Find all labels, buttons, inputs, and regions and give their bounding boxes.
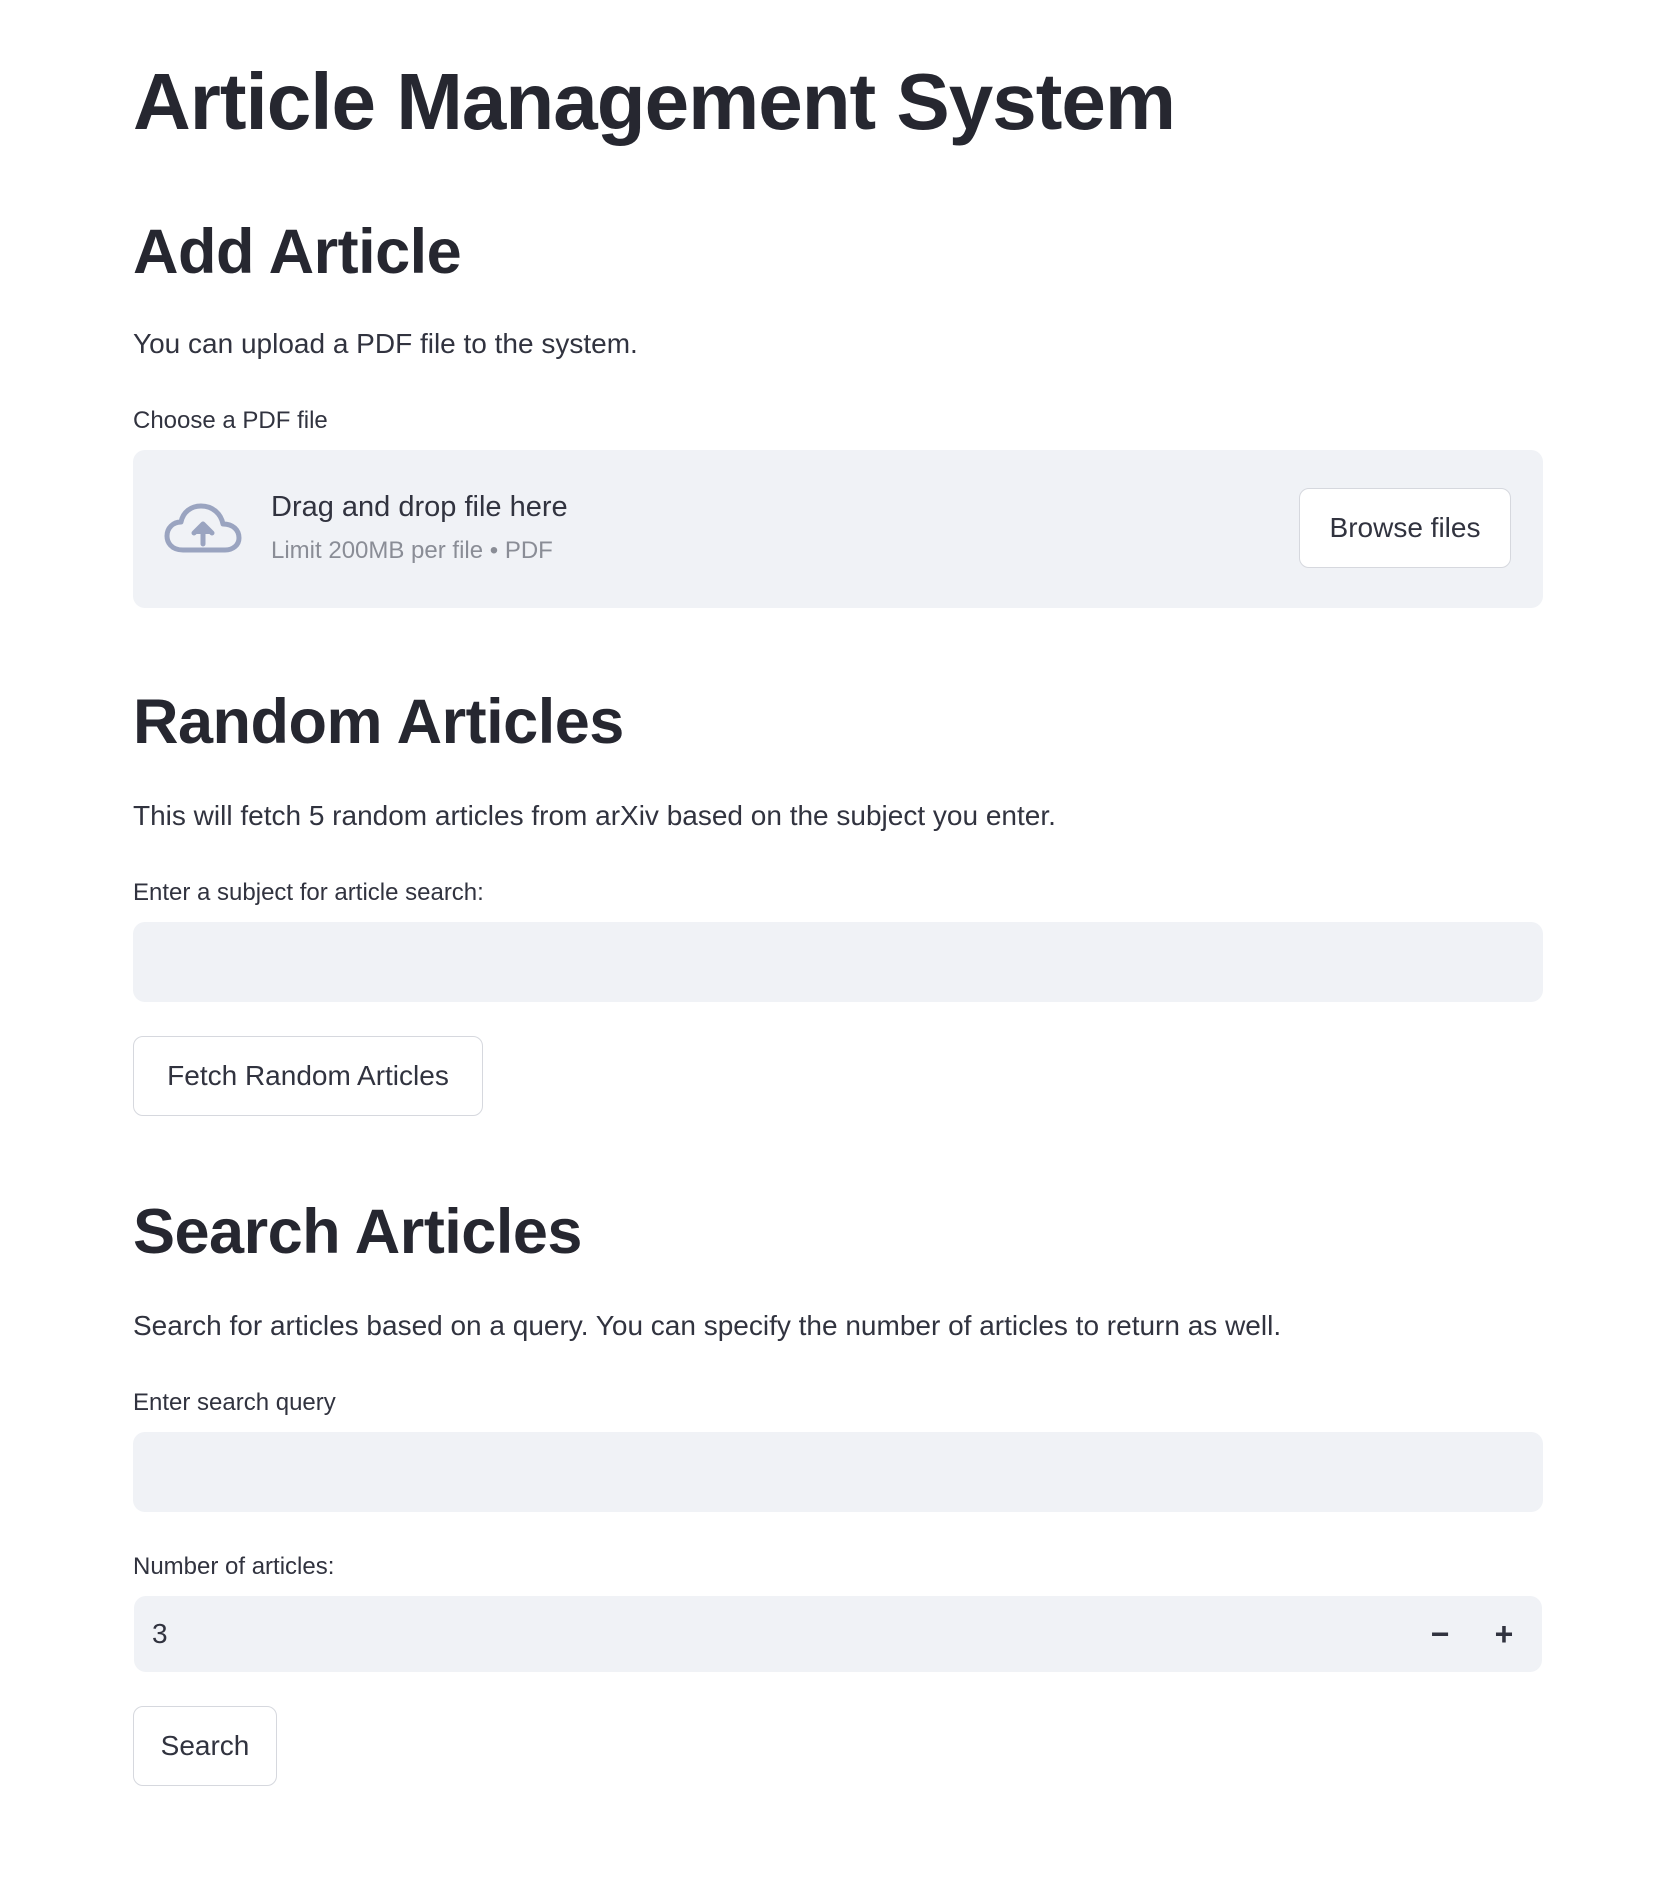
file-dropzone[interactable]: Drag and drop file here Limit 200MB per …	[133, 450, 1543, 608]
search-articles-description: Search for articles based on a query. Yo…	[133, 1310, 1282, 1341]
search-button[interactable]: Search	[133, 1706, 277, 1786]
dropzone-title: Drag and drop file here	[271, 491, 568, 523]
article-count-value[interactable]: 3	[152, 1596, 168, 1672]
decrement-button[interactable]: −	[1412, 1596, 1468, 1672]
dropzone-limit: Limit 200MB per file • PDF	[271, 537, 553, 564]
search-articles-heading: Search Articles	[133, 1197, 582, 1267]
increment-button[interactable]: +	[1476, 1596, 1532, 1672]
random-articles-heading: Random Articles	[133, 687, 624, 757]
article-count-label: Number of articles:	[133, 1553, 335, 1580]
subject-input-label: Enter a subject for article search:	[133, 879, 484, 906]
dropzone-instructions: Drag and drop file here Limit 200MB per …	[271, 488, 568, 566]
browse-files-button[interactable]: Browse files	[1299, 488, 1511, 568]
cloud-upload-icon	[164, 503, 242, 553]
subject-input[interactable]	[133, 922, 1543, 1002]
page-title: Article Management System	[133, 57, 1176, 146]
main-content: Article Management System Add Article Yo…	[133, 0, 1543, 1786]
file-uploader-label: Choose a PDF file	[133, 407, 328, 434]
article-count-stepper[interactable]: 3 − +	[134, 1596, 1542, 1672]
add-article-description: You can upload a PDF file to the system.	[133, 328, 638, 359]
search-query-input[interactable]	[133, 1432, 1543, 1512]
add-article-heading: Add Article	[133, 217, 462, 287]
random-articles-description: This will fetch 5 random articles from a…	[133, 800, 1056, 831]
search-query-label: Enter search query	[133, 1389, 336, 1416]
fetch-random-articles-button[interactable]: Fetch Random Articles	[133, 1036, 483, 1116]
